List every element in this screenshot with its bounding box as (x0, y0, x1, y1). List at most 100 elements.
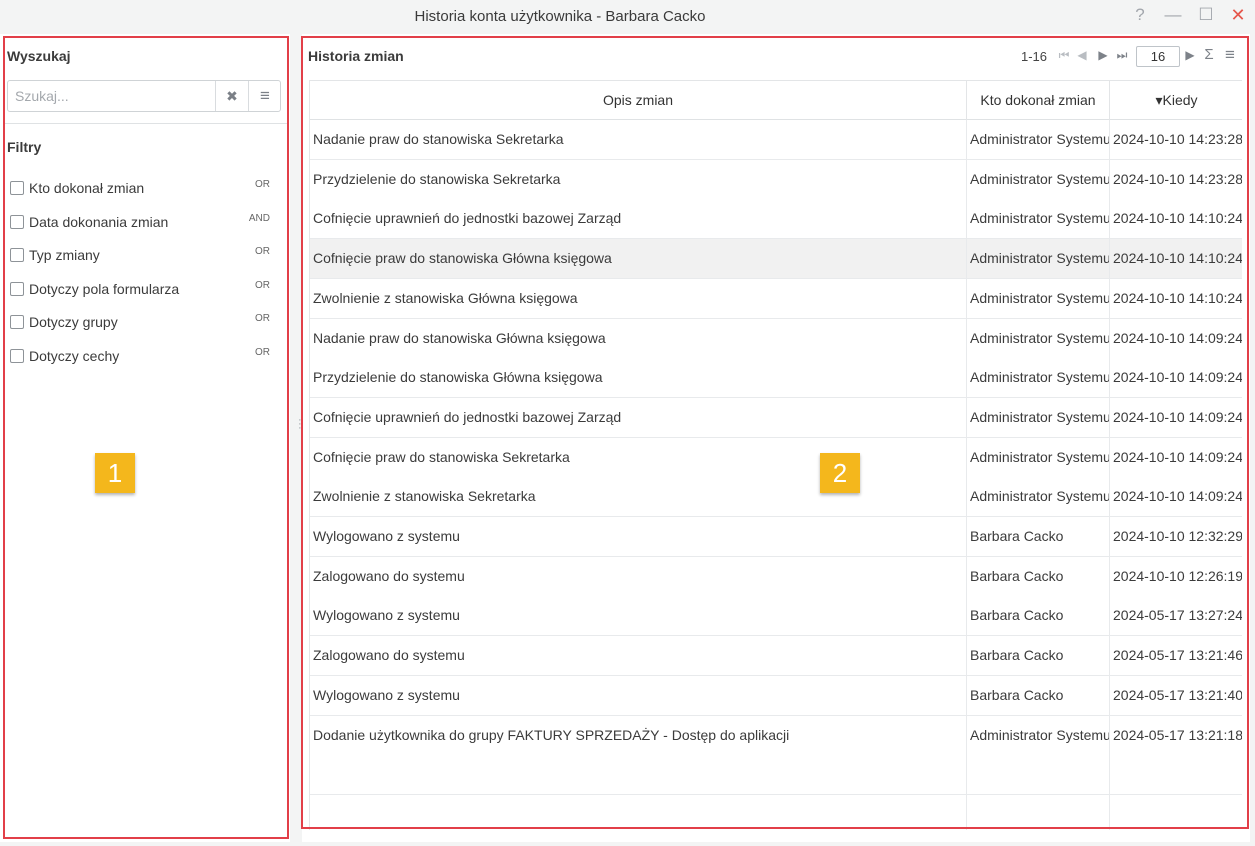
filter-item[interactable]: Data dokonania zmian AND (10, 212, 280, 232)
filter-label: Dotyczy pola formularza (29, 280, 180, 297)
cell-date: 2024-05-17 13:21:18 (1113, 726, 1242, 743)
cell-author: Administrator Systemu (967, 278, 1110, 318)
filters-label: Filtry (7, 139, 42, 155)
cell-description (310, 794, 967, 830)
filter-label: Data dokonania zmian (29, 213, 169, 230)
prev-page-icon[interactable]: ◀ (1075, 48, 1089, 62)
cell-author (967, 794, 1110, 830)
page-size-input[interactable]: 16 (1136, 46, 1180, 67)
filter-operator[interactable]: OR (255, 313, 270, 324)
filter-checkbox[interactable] (10, 315, 24, 330)
history-grid: Opis zmian Kto dokonał zmian ▾Kiedy Nada… (309, 80, 1242, 830)
table-row[interactable]: Przydzielenie do stanowiska Główna księg… (310, 358, 1242, 399)
cell-date: 2024-10-10 14:09:24 (1113, 408, 1242, 425)
cell-description: Przydzielenie do stanowiska Sekretarka (310, 159, 967, 199)
filter-checkbox[interactable] (10, 248, 24, 263)
page-range: 1-16 (1021, 49, 1048, 64)
cell-author: Administrator Systemu (967, 120, 1110, 159)
cell-author: Administrator Systemu (967, 239, 1110, 279)
grid-menu-icon[interactable]: ≡ (1223, 45, 1237, 65)
filter-operator[interactable]: OR (255, 280, 270, 291)
table-row[interactable]: Przydzielenie do stanowiska Sekretarka Ad… (310, 159, 1242, 200)
filter-item[interactable]: Kto dokonał zmian OR (10, 178, 280, 198)
help-icon[interactable]: ? (1129, 4, 1151, 26)
table-row[interactable]: Nadanie praw do stanowiska Sekretarka Adm… (310, 120, 1242, 160)
filter-operator[interactable]: AND (249, 213, 270, 224)
cell-author: Barbara Cacko (967, 517, 1110, 556)
cell-description: Cofnięcie uprawnień do jednostki bazowej… (310, 199, 967, 239)
divider (3, 123, 287, 124)
cell-date: 2024-10-10 12:26:19 (1113, 567, 1242, 584)
table-row[interactable]: Nadanie praw do stanowiska Główna księgo… (310, 318, 1242, 359)
cell-author: Administrator Systemu (967, 715, 1110, 755)
column-header-date[interactable]: ▾Kiedy (1110, 81, 1242, 120)
column-header-author[interactable]: Kto dokonał zmian (967, 81, 1110, 120)
cell-date: 2024-10-10 14:09:24 (1113, 369, 1242, 386)
cell-date: 2024-10-10 14:23:28 (1113, 131, 1242, 147)
cell-author: Administrator Systemu (967, 477, 1110, 517)
cell-description: Zalogowano do systemu (310, 636, 967, 676)
column-header-description[interactable]: Opis zmian (310, 81, 967, 120)
filter-operator[interactable]: OR (255, 246, 270, 257)
maximize-icon[interactable]: ☐ (1195, 4, 1217, 26)
cell-date (1110, 795, 1242, 830)
table-row[interactable]: Cofnięcie uprawnień do jednostki bazowej… (310, 199, 1242, 240)
filter-checkbox[interactable] (10, 281, 24, 296)
last-page-icon[interactable]: ⏭ (1115, 48, 1129, 63)
filter-label: Dotyczy grupy (29, 314, 118, 331)
cell-date: 2024-05-17 13:21:40 (1113, 686, 1242, 703)
filter-item[interactable]: Typ zmiany OR (10, 245, 280, 265)
first-page-icon[interactable]: ⏮ (1057, 48, 1071, 63)
filter-item[interactable]: Dotyczy pola formularza OR (10, 279, 280, 299)
filter-checkbox[interactable] (10, 214, 24, 229)
table-row[interactable]: Cofnięcie praw do stanowiska Sekretarka A… (310, 437, 1242, 478)
filter-label: Dotyczy cechy (29, 348, 120, 364)
cell-description: Dodanie użytkownika do grupy FAKTURY SPR… (310, 715, 967, 755)
sum-icon[interactable]: Σ (1202, 46, 1216, 63)
search-input[interactable] (8, 81, 214, 111)
cell-date: 2024-10-10 14:10:24 (1113, 289, 1242, 306)
table-row[interactable]: Wylogowano z systemu Barbara Cacko 2024-05… (310, 675, 1242, 716)
title-bar: Historia konta użytkownika - Barbara Cac… (0, 0, 1255, 34)
cell-description: Zalogowano do systemu (310, 556, 967, 596)
badge-2: 2 (820, 453, 860, 493)
next-page-icon[interactable]: ▶ (1096, 48, 1110, 62)
cell-author: Administrator Systemu (967, 397, 1110, 437)
filter-panel (0, 34, 290, 842)
filter-checkbox[interactable] (10, 181, 24, 195)
cell-description: Zwolnienie z stanowiska Sekretarka (310, 477, 967, 517)
table-row[interactable]: Cofnięcie praw do stanowiska Główna księ… (310, 239, 1242, 280)
table-row[interactable]: Zwolnienie z stanowiska Główna księgowa A… (310, 278, 1242, 319)
table-row[interactable]: Wylogowano z systemu Barbara Cacko 2024-05… (310, 596, 1242, 637)
table-row[interactable]: Zalogowano do systemu Barbara Cacko 2024-1… (310, 556, 1242, 597)
table-row[interactable]: Zalogowano do systemu Barbara Cacko 2024-0… (310, 636, 1242, 677)
cell-date: 2024-05-17 13:21:46 (1113, 647, 1242, 664)
minimize-icon[interactable]: — (1162, 4, 1184, 26)
filter-operator[interactable]: OR (255, 179, 270, 190)
cell-description: Wylogowano z systemu (310, 596, 967, 636)
close-icon[interactable]: ✕ (1227, 4, 1249, 26)
cell-date: 2024-10-10 12:32:29 (1113, 528, 1242, 544)
cell-description: Wylogowano z systemu (310, 675, 967, 715)
clear-icon[interactable]: ✖ (215, 81, 248, 111)
cell-author: Barbara Cacko (967, 675, 1110, 715)
filter-operator[interactable]: OR (255, 347, 270, 358)
filter-item[interactable]: Dotyczy grupy OR (10, 312, 280, 332)
filter-checkbox[interactable] (10, 349, 24, 363)
table-row[interactable]: Wylogowano z systemu Barbara Cacko 2024-10… (310, 517, 1242, 557)
table-row[interactable]: Dodanie użytkownika do grupy FAKTURY SPR… (310, 715, 1242, 756)
filter-item[interactable]: Dotyczy cechy OR (10, 346, 280, 366)
search-label: Wyszukaj (7, 48, 71, 64)
cell-author: Administrator Systemu (967, 358, 1110, 398)
cell-description: Cofnięcie uprawnień do jednostki bazowej… (310, 397, 967, 437)
search-menu-icon[interactable]: ≡ (248, 81, 281, 111)
cell-author (967, 755, 1110, 795)
cell-description: Cofnięcie praw do stanowiska Główna księ… (310, 239, 967, 279)
apply-page-icon[interactable]: ▶ (1183, 48, 1197, 62)
table-row[interactable]: Cofnięcie uprawnień do jednostki bazowej… (310, 397, 1242, 438)
cell-description: Przydzielenie do stanowiska Główna księg… (310, 358, 967, 398)
cell-author: Barbara Cacko (967, 556, 1110, 596)
table-row[interactable]: Zwolnienie z stanowiska Sekretarka Admini… (310, 477, 1242, 518)
cell-description: Zwolnienie z stanowiska Główna księgowa (310, 278, 967, 318)
cell-author: Barbara Cacko (967, 636, 1110, 676)
